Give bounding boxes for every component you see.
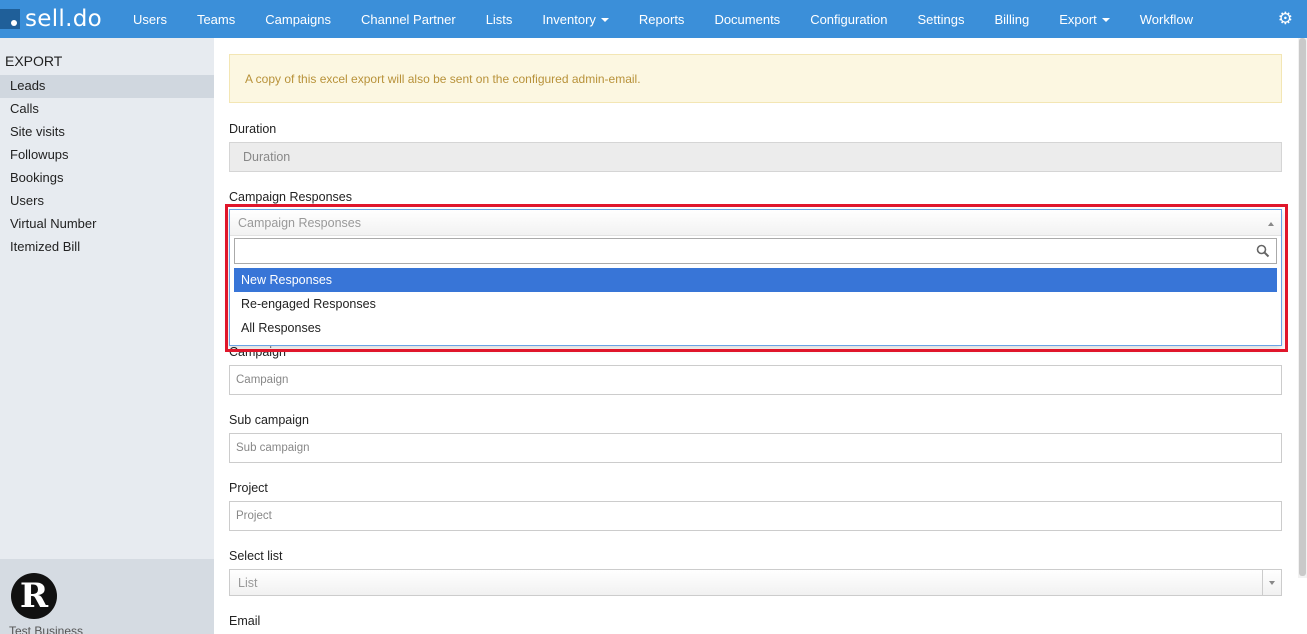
nav-item-label: Settings <box>917 11 965 27</box>
sidebar: EXPORT Leads Calls Site visits Followups Boo… <box>0 38 214 634</box>
select-list-dropdown[interactable]: List <box>229 569 1282 596</box>
gear-icon[interactable]: ⚙ <box>1278 10 1293 27</box>
sub-campaign-placeholder: Sub campaign <box>236 442 310 454</box>
caret-down-icon <box>600 18 609 22</box>
sidebar-item-leads[interactable]: Leads <box>0 75 214 98</box>
select-list-label: Select list <box>229 549 283 563</box>
project-input[interactable]: Project <box>229 501 1282 531</box>
sidebar-item-virtual-number[interactable]: Virtual Number <box>0 213 214 236</box>
nav-item-teams[interactable]: Teams <box>182 0 250 38</box>
nav-item-export[interactable]: Export <box>1044 0 1125 38</box>
nav-item-label: Billing <box>994 11 1030 27</box>
nav-menu: Users Teams Campaigns Channel Partner Lists I… <box>118 0 1208 38</box>
business-name: Test Business <box>9 624 84 634</box>
sidebar-item-bookings[interactable]: Bookings <box>0 167 214 190</box>
sub-campaign-input[interactable]: Sub campaign <box>229 433 1282 463</box>
email-label: Email <box>229 614 261 628</box>
nav-item-label: Documents <box>714 11 781 27</box>
nav-item-users[interactable]: Users <box>118 0 182 38</box>
sidebar-footer: R Test Business <box>0 559 214 634</box>
logo-icon <box>0 9 20 29</box>
caret-down-icon <box>1101 18 1110 22</box>
nav-item-label: Teams <box>196 11 236 27</box>
nav-item-label: Workflow <box>1139 11 1193 27</box>
chevron-down-icon[interactable] <box>1262 570 1281 595</box>
brand-name: sell.do <box>25 6 102 32</box>
campaign-responses-label: Campaign Responses <box>229 190 352 204</box>
sidebar-item-users[interactable]: Users <box>0 190 214 213</box>
nav-item-label: Users <box>133 11 167 27</box>
top-navbar: sell.do Users Teams Campaigns Channel Partn… <box>0 0 1307 38</box>
scrollbar-thumb[interactable] <box>1299 38 1306 576</box>
nav-item-workflow[interactable]: Workflow <box>1125 0 1208 38</box>
nav-item-label: Campaigns <box>265 11 332 27</box>
duration-field[interactable]: Duration <box>229 142 1282 172</box>
campaign-input[interactable]: Campaign <box>229 365 1282 395</box>
nav-item-inventory[interactable]: Inventory <box>527 0 623 38</box>
campaign-placeholder: Campaign <box>236 374 289 386</box>
sidebar-item-followups[interactable]: Followups <box>0 144 214 167</box>
sidebar-item-calls[interactable]: Calls <box>0 98 214 121</box>
nav-item-label: Reports <box>638 11 685 27</box>
sidebar-item-itemized-bill[interactable]: Itemized Bill <box>0 236 214 259</box>
select-list-placeholder: List <box>238 575 258 590</box>
sidebar-title: EXPORT <box>5 53 63 69</box>
nav-item-label: Channel Partner <box>361 11 456 27</box>
page-scrollbar[interactable] <box>1298 38 1307 578</box>
nav-item-campaigns[interactable]: Campaigns <box>250 0 346 38</box>
duration-placeholder: Duration <box>243 150 291 164</box>
avatar[interactable]: R <box>11 573 57 619</box>
sidebar-item-site-visits[interactable]: Site visits <box>0 121 214 144</box>
nav-item-settings[interactable]: Settings <box>903 0 980 38</box>
nav-item-billing[interactable]: Billing <box>980 0 1045 38</box>
sidebar-menu: Leads Calls Site visits Followups Bookings Us… <box>0 75 214 259</box>
nav-item-label: Configuration <box>810 11 888 27</box>
nav-item-lists[interactable]: Lists <box>471 0 528 38</box>
nav-item-label: Export <box>1059 11 1097 27</box>
nav-item-configuration[interactable]: Configuration <box>795 0 902 38</box>
info-alert: A copy of this excel export will also be… <box>229 54 1282 103</box>
nav-item-label: Inventory <box>542 11 596 27</box>
nav-item-reports[interactable]: Reports <box>624 0 700 38</box>
nav-item-documents[interactable]: Documents <box>699 0 795 38</box>
duration-label: Duration <box>229 122 277 136</box>
project-placeholder: Project <box>236 510 272 522</box>
sub-campaign-label: Sub campaign <box>229 413 309 427</box>
nav-item-label: Lists <box>485 11 513 27</box>
brand-logo[interactable]: sell.do <box>0 0 118 38</box>
highlight-box <box>225 204 1288 352</box>
project-label: Project <box>229 481 268 495</box>
nav-item-channel-partner[interactable]: Channel Partner <box>346 0 471 38</box>
